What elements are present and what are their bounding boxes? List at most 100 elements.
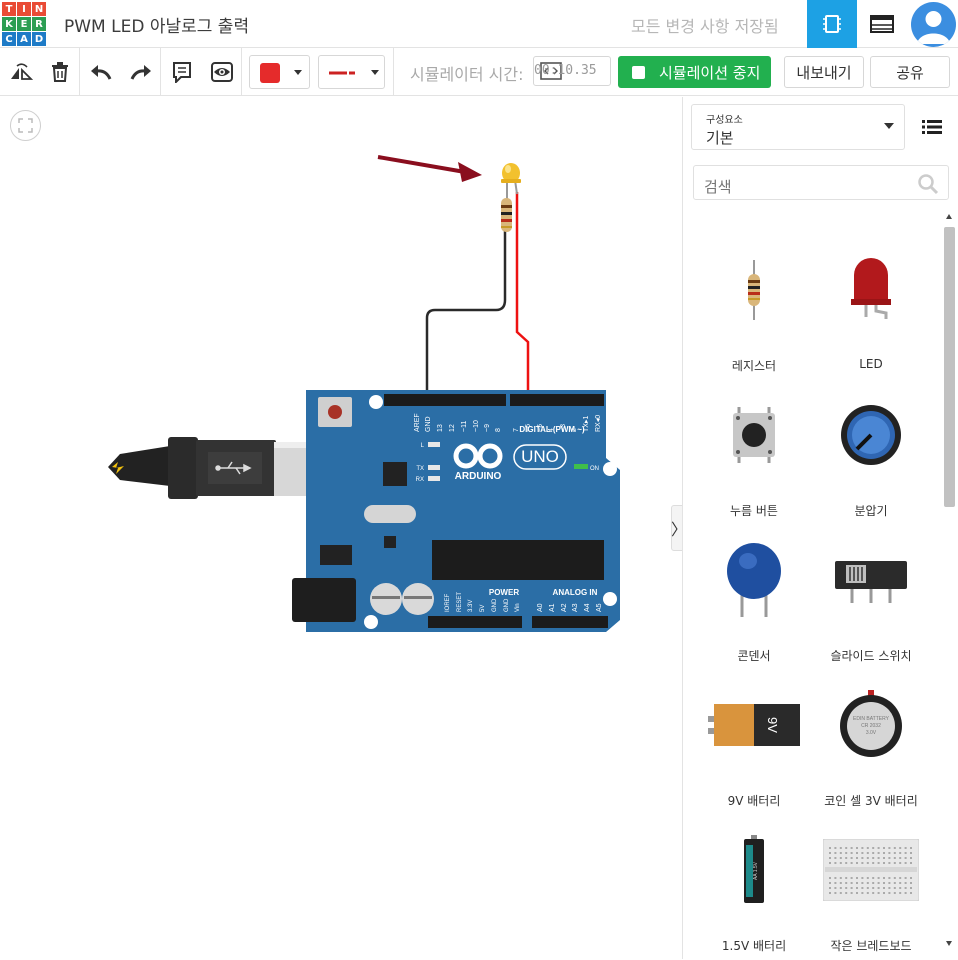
breadboard-hole bbox=[883, 882, 885, 884]
schematic-view-tab[interactable] bbox=[857, 0, 907, 48]
analog-pin-label: A2 bbox=[561, 603, 568, 612]
component-search-input[interactable] bbox=[693, 165, 949, 200]
breadboard-hole bbox=[834, 862, 837, 864]
breadboard-hole bbox=[877, 862, 880, 864]
power-pin-label: 5V bbox=[480, 605, 486, 612]
panel-scrollbar[interactable] bbox=[942, 209, 958, 959]
breadboard-hole bbox=[883, 887, 885, 889]
breadboard-hole bbox=[834, 887, 837, 889]
led-icon bbox=[851, 258, 891, 319]
power-pin-label: IOREF bbox=[445, 593, 451, 612]
breadboard-hole bbox=[872, 852, 875, 854]
breadboard-hole bbox=[877, 857, 880, 859]
component-coin-cell[interactable]: EDIN BATTERY CR 2032 3.0V 코인 셀 3V 배터리 bbox=[811, 675, 931, 815]
breadboard-hole bbox=[861, 862, 864, 864]
breadboard-hole bbox=[904, 852, 907, 854]
component-label: 분압기 bbox=[854, 504, 888, 518]
component-breadboard[interactable]: 작은 브레드보드 bbox=[811, 820, 931, 960]
breadboard-hole bbox=[877, 847, 880, 849]
breadboard-hole bbox=[872, 887, 875, 889]
breadboard-hole bbox=[866, 857, 869, 859]
scroll-down-arrow[interactable] bbox=[946, 941, 952, 946]
breadboard-hole bbox=[845, 862, 848, 864]
component-pushbutton[interactable]: 누름 버튼 bbox=[694, 385, 814, 525]
digital-pin-label: AREF bbox=[414, 413, 421, 432]
breadboard-hole bbox=[839, 857, 842, 859]
breadboard-hole bbox=[829, 887, 831, 889]
breadboard-hole bbox=[856, 892, 858, 894]
pushbutton-icon bbox=[733, 407, 775, 463]
resistor-component[interactable] bbox=[501, 198, 512, 232]
export-button[interactable]: 내보내기 bbox=[784, 56, 864, 88]
breadboard-hole bbox=[834, 877, 837, 879]
circuit-view-tab[interactable] bbox=[807, 0, 857, 48]
share-button[interactable]: 공유 bbox=[870, 56, 950, 88]
component-label: 9V 배터리 bbox=[727, 794, 781, 808]
breadboard-hole bbox=[861, 887, 864, 889]
user-icon bbox=[917, 11, 950, 44]
breadboard-hole bbox=[877, 852, 880, 854]
breadboard-hole bbox=[861, 852, 864, 854]
breadboard-hole bbox=[888, 852, 891, 854]
chip-icon bbox=[823, 15, 841, 33]
breadboard-hole bbox=[899, 877, 902, 879]
scroll-up-arrow[interactable] bbox=[946, 214, 952, 219]
component-slide-switch[interactable]: 슬라이드 스위치 bbox=[811, 530, 931, 670]
component-led[interactable]: LED bbox=[811, 240, 931, 380]
list-view-button[interactable] bbox=[914, 109, 950, 145]
signal-wire[interactable] bbox=[515, 192, 530, 400]
breadboard-hole bbox=[839, 887, 842, 889]
power-on-label: ON bbox=[590, 466, 599, 472]
breadboard-hole bbox=[893, 852, 896, 854]
potentiometer-icon bbox=[841, 405, 901, 465]
breadboard-hole bbox=[888, 847, 891, 849]
component-capacitor[interactable]: 콘덴서 bbox=[694, 530, 814, 670]
ground-wire[interactable] bbox=[425, 230, 507, 400]
breadboard-hole bbox=[845, 847, 848, 849]
breadboard-hole bbox=[888, 882, 891, 884]
component-battery-9v[interactable]: 9V 9V 배터리 bbox=[694, 675, 814, 815]
component-potentiometer[interactable]: 분압기 bbox=[811, 385, 931, 525]
breadboard-icon bbox=[823, 839, 919, 901]
breadboard-hole bbox=[845, 852, 848, 854]
breadboard-hole bbox=[899, 887, 902, 889]
coin-cell-icon: EDIN BATTERY CR 2032 3.0V bbox=[840, 690, 902, 757]
breadboard-hole bbox=[866, 862, 869, 864]
breadboard-hole bbox=[866, 877, 869, 879]
breadboard-hole bbox=[845, 857, 848, 859]
scroll-thumb[interactable] bbox=[944, 227, 955, 507]
power-pin-label: 3.3V bbox=[468, 600, 474, 612]
breadboard-hole bbox=[877, 882, 880, 884]
digital-pin-label: ~9 bbox=[484, 424, 491, 432]
breadboard-hole bbox=[899, 882, 902, 884]
breadboard-hole bbox=[839, 852, 842, 854]
annotation-arrow bbox=[377, 155, 482, 182]
component-battery-aa[interactable]: AA 1.5V 1.5V 배터리 bbox=[694, 820, 814, 960]
chevron-down-icon bbox=[884, 123, 894, 129]
breadboard-hole bbox=[866, 882, 869, 884]
circuit-drawing: AREF GND 13 12 ~11 ~10 ~9 8 7 ~6 ~5 4 ~3 2 TX▸1 RX◂0DIG… bbox=[108, 155, 620, 632]
breadboard-hole bbox=[850, 847, 853, 849]
digital-pin-label: ~10 bbox=[473, 420, 480, 432]
breadboard-hole bbox=[839, 862, 842, 864]
analog-pin-label: A4 bbox=[584, 603, 591, 612]
board-led-label: RX bbox=[416, 477, 424, 483]
breadboard-hole bbox=[845, 887, 848, 889]
breadboard-hole bbox=[899, 892, 902, 894]
breadboard-hole bbox=[861, 892, 864, 894]
board-model-text: UNO bbox=[521, 447, 559, 466]
breadboard-hole bbox=[910, 847, 912, 849]
breadboard-hole bbox=[850, 857, 853, 859]
battery-9v-icon: 9V bbox=[708, 704, 800, 746]
component-category-dropdown[interactable]: 구성요소 기본 bbox=[691, 104, 905, 150]
user-avatar[interactable] bbox=[911, 2, 956, 47]
breadboard-hole bbox=[856, 862, 858, 864]
breadboard-hole bbox=[850, 887, 853, 889]
breadboard-hole bbox=[910, 857, 912, 859]
component-category-label: 구성요소 bbox=[706, 115, 743, 126]
search-icon[interactable] bbox=[917, 173, 939, 195]
component-resistor[interactable]: 레지스터 bbox=[694, 240, 814, 380]
breadboard-hole bbox=[904, 847, 907, 849]
breadboard-hole bbox=[850, 852, 853, 854]
breadboard-hole bbox=[850, 892, 853, 894]
